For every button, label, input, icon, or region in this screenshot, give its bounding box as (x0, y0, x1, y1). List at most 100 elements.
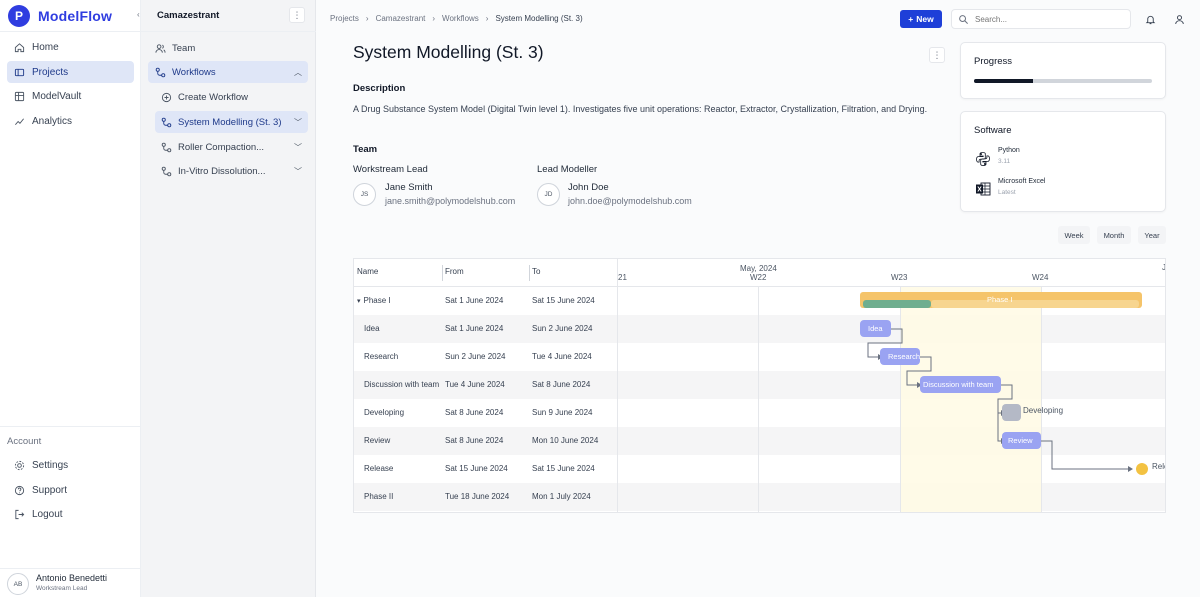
subnav-item-system-modelling[interactable]: System Modelling (St. 3) ﹀ (155, 111, 308, 133)
subnav-item-workflows[interactable]: Workflows ︿ (148, 61, 308, 83)
task-name[interactable]: Discussion with team (364, 380, 439, 389)
gantt-bar-research[interactable]: Research (880, 348, 920, 365)
project-menu-button[interactable]: ⋮ (289, 7, 305, 23)
task-to: Sat 8 June 2024 (532, 380, 591, 389)
gantt-bar-developing[interactable] (1002, 404, 1021, 421)
nav-item-home[interactable]: Home (7, 36, 134, 58)
gantt-bar-phase-progress (863, 300, 931, 308)
software-name: Microsoft Excel (998, 178, 1046, 185)
notifications-button[interactable] (1142, 11, 1158, 27)
view-year-button[interactable]: Year (1138, 226, 1166, 244)
view-week-button[interactable]: Week (1058, 226, 1090, 244)
divider (141, 31, 316, 32)
account-section-label: Account (7, 436, 42, 447)
breadcrumb-item[interactable]: Workflows (442, 14, 479, 23)
column-header-name[interactable]: Name (357, 267, 378, 276)
team-member-name: Jane Smith (385, 182, 433, 193)
nav-item-modelvault[interactable]: ModelVault (7, 85, 134, 107)
team-heading: Team (353, 144, 378, 155)
nav-item-label: Settings (32, 459, 69, 471)
gantt-bar-idea[interactable]: Idea (860, 320, 891, 337)
search-box[interactable] (951, 9, 1131, 29)
nav-item-label: Logout (32, 508, 63, 520)
task-from: Sat 8 June 2024 (445, 436, 504, 445)
column-header-to[interactable]: To (532, 267, 540, 276)
task-name[interactable]: ▾ Phase I (357, 296, 391, 305)
breadcrumb-item[interactable]: Camazestrant (376, 14, 426, 23)
software-name: Python (998, 147, 1020, 154)
search-icon (958, 14, 969, 25)
chevron-right-icon: › (485, 14, 489, 23)
team-role-label: Workstream Lead (353, 164, 428, 175)
task-from: Sat 1 June 2024 (445, 324, 504, 333)
progress-fill (974, 79, 1033, 83)
profile-button[interactable] (1171, 11, 1187, 27)
subnav-item-roller-compaction[interactable]: Roller Compaction... ﹀ (155, 136, 308, 158)
logout-icon (14, 509, 25, 520)
task-to: Sun 9 June 2024 (532, 408, 593, 417)
search-input[interactable] (975, 14, 1115, 24)
progress-bar (974, 79, 1152, 83)
nav-item-analytics[interactable]: Analytics (7, 110, 134, 132)
task-name[interactable]: Developing (364, 408, 404, 417)
more-vertical-icon: ⋮ (932, 49, 942, 60)
avatar: JD (537, 183, 560, 206)
software-version: Latest (998, 189, 1016, 196)
task-name[interactable]: Phase II (364, 492, 393, 501)
vault-icon (14, 91, 25, 102)
task-to: Sat 15 June 2024 (532, 296, 595, 305)
task-name[interactable]: Release (364, 464, 393, 473)
gantt-bar-phase-remaining (931, 300, 1139, 308)
workflow-icon (155, 67, 166, 78)
subnav-item-in-vitro-dissolution[interactable]: In-Vitro Dissolution... ﹀ (155, 160, 308, 182)
task-name[interactable]: Research (364, 352, 398, 361)
subnav-item-create-workflow[interactable]: Create Workflow (155, 86, 308, 108)
gantt-bar-discussion[interactable]: Discussion with team (920, 376, 1001, 393)
gantt-bar-label: Rele (1152, 462, 1165, 471)
view-month-button[interactable]: Month (1097, 226, 1131, 244)
nav-item-settings[interactable]: Settings (7, 454, 134, 476)
nav-item-label: Home (32, 41, 59, 53)
folder-icon (14, 67, 25, 78)
python-icon (974, 150, 991, 167)
milestone-release[interactable] (1136, 463, 1148, 475)
user-name: Antonio Benedetti (36, 573, 108, 583)
subnav-item-team[interactable]: Team (148, 37, 308, 59)
timeline-week: W23 (891, 273, 908, 282)
new-button[interactable]: + New (900, 10, 942, 28)
more-vertical-icon: ⋮ (292, 9, 302, 20)
user-role: Workstream Lead (36, 585, 88, 592)
divider (0, 426, 141, 427)
expand-toggle-icon[interactable]: ▾ (357, 298, 361, 305)
breadcrumb-item[interactable]: Projects (330, 14, 359, 23)
new-button-label: New (916, 14, 934, 24)
home-icon (14, 42, 25, 53)
task-name[interactable]: Idea (364, 324, 380, 333)
nav-item-support[interactable]: Support (7, 479, 134, 501)
workflow-icon (161, 117, 172, 128)
app-logo[interactable]: P ModelFlow (8, 5, 128, 27)
page-title: System Modelling (St. 3) (353, 42, 544, 62)
app-name: ModelFlow (38, 8, 113, 24)
bell-icon (1145, 14, 1156, 25)
workflow-menu-button[interactable]: ⋮ (929, 47, 945, 63)
task-to: Mon 1 July 2024 (532, 492, 591, 501)
team-member-email[interactable]: john.doe@polymodelshub.com (568, 196, 692, 206)
subnav-item-label: Workflows (172, 66, 216, 78)
nav-item-label: Support (32, 484, 68, 496)
gear-icon (14, 460, 25, 471)
task-from: Tue 18 June 2024 (445, 492, 510, 501)
column-header-from[interactable]: From (445, 267, 464, 276)
nav-item-logout[interactable]: Logout (7, 503, 134, 525)
avatar: JS (353, 183, 376, 206)
task-name[interactable]: Review (364, 436, 390, 445)
subnav-item-label: In-Vitro Dissolution... (178, 165, 266, 177)
gantt-bar-review[interactable]: Review (1002, 432, 1041, 449)
timeline-week: 21 (618, 273, 627, 282)
excel-icon (974, 180, 991, 197)
team-member-email[interactable]: jane.smith@polymodelshub.com (385, 196, 515, 206)
nav-item-label: ModelVault (32, 90, 82, 102)
collapse-sidebar-button[interactable]: ‹ (137, 10, 140, 19)
nav-item-projects[interactable]: Projects (7, 61, 134, 83)
subnav-item-label: Create Workflow (178, 91, 249, 103)
